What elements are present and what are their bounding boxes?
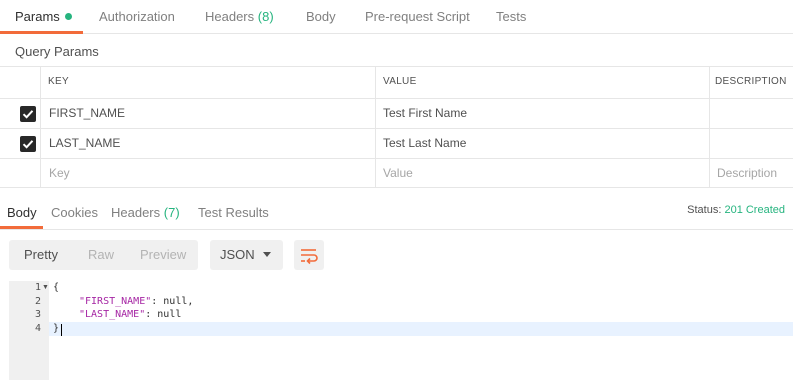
line-number: 4 xyxy=(34,323,41,334)
row-checkbox-first-name[interactable] xyxy=(20,106,36,122)
tab-test-results[interactable]: Test Results xyxy=(198,196,269,229)
code-line: { xyxy=(53,282,60,293)
line-number: 3 xyxy=(34,309,41,320)
format-label: JSON xyxy=(220,247,255,262)
format-dropdown[interactable]: JSON xyxy=(210,240,283,270)
response-body-editor[interactable]: 1 2 3 4 ▼ { "FIRST_NAME": null, "LAST_NA… xyxy=(9,281,793,380)
param-value-last-name[interactable]: Test Last Name xyxy=(383,128,466,158)
pretty-button[interactable]: Pretty xyxy=(24,240,58,270)
tab-body[interactable]: Body xyxy=(306,0,336,33)
fold-toggle-icon[interactable]: ▼ xyxy=(42,284,49,291)
tab-response-body[interactable]: Body xyxy=(7,196,37,229)
status-label: Status: xyxy=(687,204,722,216)
json-key: "LAST_NAME" xyxy=(79,309,146,320)
text-cursor xyxy=(61,324,62,336)
json-value: : null xyxy=(145,309,182,320)
column-header-key: KEY xyxy=(48,76,69,87)
tab-cookies[interactable]: Cookies xyxy=(51,196,98,229)
line-number: 2 xyxy=(34,296,41,307)
params-tab-underline xyxy=(0,31,83,34)
param-key-first-name[interactable]: FIRST_NAME xyxy=(49,98,125,128)
line-number: 1 xyxy=(34,282,41,293)
query-params-table: KEY VALUE DESCRIPTION FIRST_NAME Test Fi… xyxy=(0,66,793,188)
query-params-title: Query Params xyxy=(15,44,99,59)
tab-pre-request-script[interactable]: Pre-request Script xyxy=(365,0,470,33)
new-param-key-input[interactable]: Key xyxy=(49,158,70,188)
column-divider xyxy=(709,66,710,188)
preview-button[interactable]: Preview xyxy=(140,240,186,270)
request-tabs: Params Authorization Headers (8) Body Pr… xyxy=(0,0,793,34)
tab-params[interactable]: Params xyxy=(15,0,72,33)
active-line-highlight xyxy=(49,322,793,336)
column-header-value: VALUE xyxy=(383,76,417,87)
json-value: : null, xyxy=(151,296,194,307)
params-active-dot xyxy=(64,13,72,20)
status-value: 201 Created xyxy=(724,204,785,216)
view-mode-selector: Pretty Raw Preview xyxy=(9,240,198,270)
column-divider xyxy=(40,66,41,188)
code-line: "LAST_NAME": null xyxy=(79,309,181,320)
code-line: } xyxy=(53,323,60,334)
wrap-lines-button[interactable] xyxy=(294,240,324,270)
raw-button[interactable]: Raw xyxy=(88,240,114,270)
param-value-first-name[interactable]: Test First Name xyxy=(383,98,467,128)
new-param-description-input[interactable]: Description xyxy=(717,158,777,188)
tab-headers[interactable]: Headers (8) xyxy=(205,0,274,33)
new-param-value-input[interactable]: Value xyxy=(383,158,413,188)
chevron-down-icon xyxy=(263,252,271,257)
param-description-last-name[interactable] xyxy=(717,128,787,158)
response-tabs: Body Cookies Headers (7) Test Results xyxy=(0,196,793,230)
column-divider xyxy=(375,66,376,188)
code-line: "FIRST_NAME": null, xyxy=(79,296,193,307)
response-status: Status: 201 Created xyxy=(687,196,785,224)
body-tab-underline xyxy=(0,226,43,229)
json-key: "FIRST_NAME" xyxy=(79,296,152,307)
check-icon xyxy=(22,140,34,149)
row-checkbox-last-name[interactable] xyxy=(20,136,36,152)
check-icon xyxy=(22,110,34,119)
param-key-last-name[interactable]: LAST_NAME xyxy=(49,128,120,158)
tab-authorization[interactable]: Authorization xyxy=(99,0,175,33)
wrap-lines-icon xyxy=(301,249,318,265)
column-header-description: DESCRIPTION xyxy=(715,76,787,87)
tab-response-headers[interactable]: Headers (7) xyxy=(111,196,180,229)
tab-tests[interactable]: Tests xyxy=(496,0,526,33)
param-description-first-name[interactable] xyxy=(717,98,787,128)
